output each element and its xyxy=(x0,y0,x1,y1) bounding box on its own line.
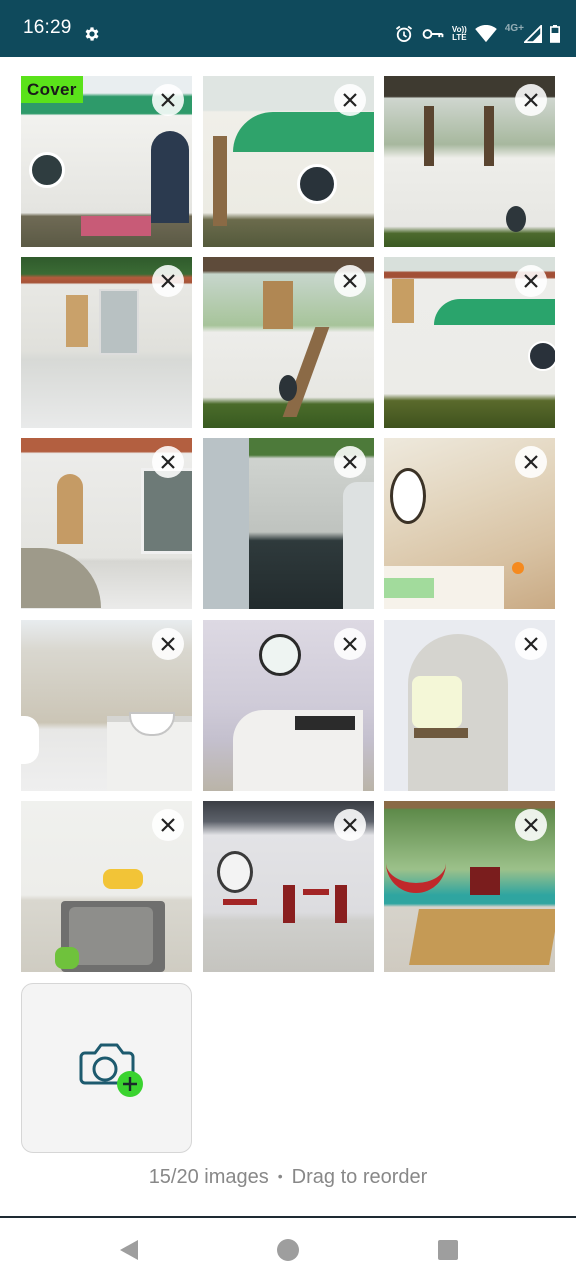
photo-tile[interactable] xyxy=(21,620,192,791)
remove-photo-button[interactable] xyxy=(152,628,184,660)
separator-dot: • xyxy=(277,1168,283,1184)
photo-tile[interactable] xyxy=(203,801,374,972)
remove-photo-button[interactable] xyxy=(515,809,547,841)
photo-tile[interactable] xyxy=(21,438,192,609)
image-count: 15/20 images xyxy=(148,1166,269,1188)
photo-tile[interactable] xyxy=(384,801,555,972)
close-icon xyxy=(343,818,357,832)
close-icon xyxy=(524,93,538,107)
close-icon xyxy=(161,637,175,651)
remove-photo-button[interactable] xyxy=(152,446,184,478)
remove-photo-button[interactable] xyxy=(334,446,366,478)
close-icon xyxy=(161,274,175,288)
photo-tile[interactable] xyxy=(384,76,555,247)
remove-photo-button[interactable] xyxy=(334,809,366,841)
status-icons: Vo)) LTE 4G+ xyxy=(394,22,560,46)
gear-icon xyxy=(85,27,99,41)
volte-indicator: Vo)) LTE xyxy=(451,25,467,42)
recents-square-icon[interactable] xyxy=(437,1238,459,1262)
photo-tile[interactable] xyxy=(203,438,374,609)
remove-photo-button[interactable] xyxy=(152,84,184,116)
alarm-icon xyxy=(395,25,412,42)
photo-tile[interactable] xyxy=(21,801,192,972)
remove-photo-button[interactable] xyxy=(152,809,184,841)
close-icon xyxy=(343,637,357,651)
close-icon xyxy=(161,93,175,107)
remove-photo-button[interactable] xyxy=(515,265,547,297)
close-icon xyxy=(524,637,538,651)
photo-tile[interactable] xyxy=(384,438,555,609)
remove-photo-button[interactable] xyxy=(334,628,366,660)
image-count-footer: 15/20 images • Drag to reorder xyxy=(0,1166,576,1189)
close-icon xyxy=(343,93,357,107)
remove-photo-button[interactable] xyxy=(515,84,547,116)
camera-add-icon xyxy=(79,1043,143,1097)
close-icon xyxy=(524,818,538,832)
system-nav-bar xyxy=(0,1216,576,1282)
photo-tile[interactable] xyxy=(203,620,374,791)
reorder-hint: Drag to reorder xyxy=(291,1166,428,1188)
status-bar: 16:29 Vo)) LTE 4G+ xyxy=(0,0,576,57)
close-icon xyxy=(524,455,538,469)
remove-photo-button[interactable] xyxy=(334,84,366,116)
close-icon xyxy=(161,818,175,832)
network-type: 4G+ xyxy=(504,22,524,34)
vpn-key-icon xyxy=(422,29,444,39)
remove-photo-button[interactable] xyxy=(334,265,366,297)
cover-badge: Cover xyxy=(21,76,83,103)
back-triangle-icon[interactable] xyxy=(118,1238,140,1262)
photo-tile[interactable]: Cover xyxy=(21,76,192,247)
close-icon xyxy=(161,455,175,469)
remove-photo-button[interactable] xyxy=(515,628,547,660)
remove-photo-button[interactable] xyxy=(515,446,547,478)
status-time: 16:29 xyxy=(23,17,72,38)
add-photo-button[interactable] xyxy=(21,983,192,1153)
remove-photo-button[interactable] xyxy=(152,265,184,297)
photo-tile[interactable] xyxy=(21,257,192,428)
photo-tile[interactable] xyxy=(384,257,555,428)
close-icon xyxy=(343,455,357,469)
home-circle-icon[interactable] xyxy=(277,1238,299,1262)
photo-tile[interactable] xyxy=(384,620,555,791)
battery-icon xyxy=(550,25,560,43)
close-icon xyxy=(343,274,357,288)
signal-icon xyxy=(524,25,542,43)
close-icon xyxy=(524,274,538,288)
wifi-icon xyxy=(475,25,497,43)
photo-tile[interactable] xyxy=(203,257,374,428)
photo-tile[interactable] xyxy=(203,76,374,247)
